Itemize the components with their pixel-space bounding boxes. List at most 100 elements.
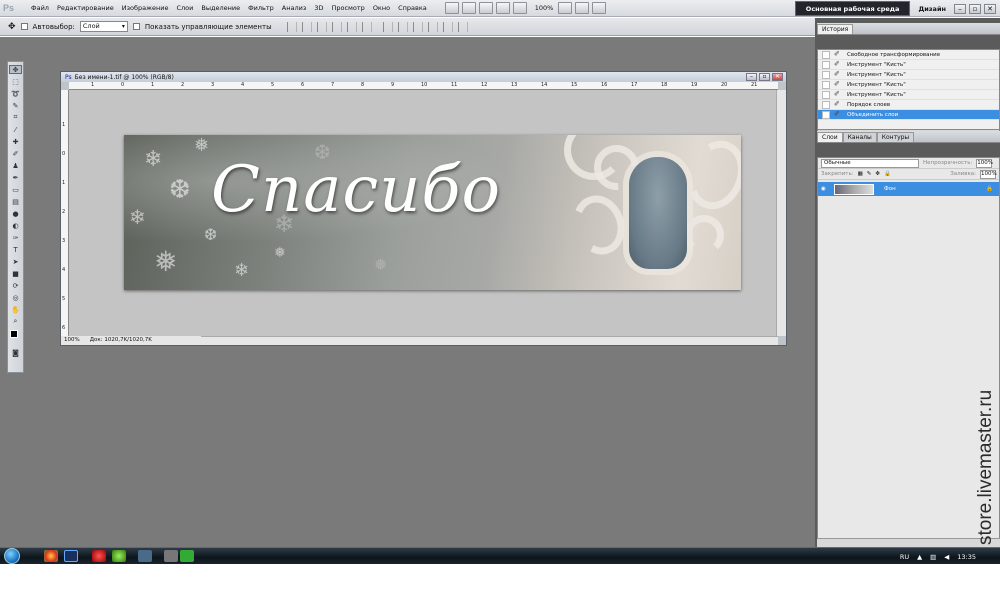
eye-icon[interactable]: ◉ xyxy=(821,186,830,192)
align-vcenter-icon[interactable] xyxy=(301,21,312,32)
gradient-tool-icon[interactable]: ▤ xyxy=(9,197,22,206)
explorer-icon[interactable] xyxy=(138,550,152,562)
lock-all-icon[interactable]: 🔒 xyxy=(884,171,891,177)
workspace-essentials[interactable]: Основная рабочая среда xyxy=(794,1,911,16)
menu-select[interactable]: Выделение xyxy=(197,0,244,17)
history-item[interactable]: ✐ Порядок слоев xyxy=(818,100,999,110)
marquee-tool-icon[interactable]: ⬚ xyxy=(9,77,22,86)
eyedropper-tool-icon[interactable]: ⁄ xyxy=(9,125,22,134)
distribute-left-icon[interactable] xyxy=(427,21,438,32)
distribute-bottom-icon[interactable] xyxy=(412,21,423,32)
history-source-checkbox[interactable] xyxy=(822,50,830,59)
doc-restore-icon[interactable]: ▫ xyxy=(759,73,770,81)
lock-transparency-icon[interactable]: ▦ xyxy=(858,171,863,177)
history-source-checkbox[interactable] xyxy=(822,110,830,119)
quick-select-tool-icon[interactable]: ✎ xyxy=(9,101,22,110)
distribute-vcenter-icon[interactable] xyxy=(397,21,408,32)
eraser-tool-icon[interactable]: ▭ xyxy=(9,185,22,194)
zoom-tool-button[interactable] xyxy=(512,2,527,14)
fill-field[interactable]: 100% xyxy=(980,169,997,179)
doc-close-icon[interactable]: ✕ xyxy=(772,73,783,81)
type-tool-icon[interactable]: T xyxy=(9,245,22,254)
autoselect-checkbox[interactable] xyxy=(20,23,28,30)
dodge-tool-icon[interactable]: ◐ xyxy=(9,221,22,230)
hand-tool-button[interactable] xyxy=(495,2,510,14)
tab-paths[interactable]: Контуры xyxy=(876,132,915,142)
lock-pixels-icon[interactable]: ✎ xyxy=(867,171,872,177)
3d-rotate-tool-icon[interactable]: ⟳ xyxy=(9,281,22,290)
tray-arrow-icon[interactable]: ▲ xyxy=(917,553,922,561)
document-title-bar[interactable]: Ps Без имени-1.tif @ 100% (RGB/8) xyxy=(61,72,786,82)
language-indicator[interactable]: RU xyxy=(900,553,909,561)
chrome-icon[interactable] xyxy=(44,550,58,562)
history-source-checkbox[interactable] xyxy=(822,90,830,99)
tab-channels[interactable]: Каналы xyxy=(842,132,877,142)
layer-row-background[interactable]: ◉ Фон 🔒 xyxy=(818,182,999,196)
menu-layers[interactable]: Слои xyxy=(172,0,197,17)
photoshop-taskbar-icon[interactable] xyxy=(64,550,78,562)
brush-tool-icon[interactable]: ✐ xyxy=(9,149,22,158)
minimize-icon[interactable]: – xyxy=(954,3,966,14)
history-item[interactable]: ✐ Инструмент "Кисть" xyxy=(818,90,999,100)
doc-minimize-icon[interactable]: – xyxy=(746,73,757,81)
pen-tool-icon[interactable]: ✑ xyxy=(9,233,22,242)
history-brush-tool-icon[interactable]: ✒ xyxy=(9,173,22,182)
close-icon[interactable]: ✕ xyxy=(984,3,996,14)
move-tool-icon[interactable]: ✥ xyxy=(9,65,22,74)
lock-position-icon[interactable]: ✥ xyxy=(875,171,880,177)
blur-tool-icon[interactable]: ● xyxy=(9,209,22,218)
status-zoom[interactable]: 100% xyxy=(64,336,80,345)
menu-3d[interactable]: 3D xyxy=(310,0,327,17)
autoselect-target-select[interactable]: Слой ▾ xyxy=(79,21,128,32)
hand-tool-icon[interactable]: ✋ xyxy=(9,305,22,314)
history-source-checkbox[interactable] xyxy=(822,80,830,89)
align-left-icon[interactable] xyxy=(331,21,342,32)
history-item[interactable]: ✐ Инструмент "Кисть" xyxy=(818,60,999,70)
utorrent-icon[interactable] xyxy=(112,550,126,562)
workspace-design[interactable]: Дизайн xyxy=(910,5,954,13)
menu-edit[interactable]: Редактирование xyxy=(53,0,118,17)
menu-file[interactable]: Файл xyxy=(27,0,53,17)
zoom-tool-icon[interactable]: ⌕ xyxy=(9,317,22,326)
path-select-tool-icon[interactable]: ➤ xyxy=(9,257,22,266)
tab-history[interactable]: История xyxy=(817,24,854,34)
show-controls-checkbox[interactable] xyxy=(132,23,140,30)
clone-stamp-tool-icon[interactable]: ♟ xyxy=(9,161,22,170)
distribute-top-icon[interactable] xyxy=(382,21,393,32)
mini-bridge-button[interactable] xyxy=(461,2,476,14)
arrange-documents-button[interactable] xyxy=(575,2,590,14)
app-icon[interactable] xyxy=(180,550,194,562)
vertical-scrollbar[interactable] xyxy=(776,90,786,336)
document-window[interactable]: Ps Без имени-1.tif @ 100% (RGB/8) – ▫ ✕ … xyxy=(60,71,787,346)
menu-help[interactable]: Справка xyxy=(394,0,431,17)
tab-layers[interactable]: Слои xyxy=(817,132,843,142)
quick-mask-icon[interactable]: ◙ xyxy=(9,348,22,357)
app-icon[interactable] xyxy=(164,550,178,562)
view-extras-button[interactable] xyxy=(478,2,493,14)
foreground-color-swatch[interactable] xyxy=(10,330,18,338)
opera-icon[interactable] xyxy=(92,550,106,562)
menu-view[interactable]: Просмотр xyxy=(327,0,368,17)
history-source-checkbox[interactable] xyxy=(822,60,830,69)
volume-icon[interactable]: ◀ xyxy=(944,553,949,561)
align-bottom-icon[interactable] xyxy=(316,21,327,32)
3d-camera-tool-icon[interactable]: ◎ xyxy=(9,293,22,302)
blend-mode-select[interactable]: Обычные xyxy=(821,158,919,168)
align-right-icon[interactable] xyxy=(361,21,372,32)
distribute-right-icon[interactable] xyxy=(457,21,468,32)
history-item[interactable]: ✐ Инструмент "Кисть" xyxy=(818,80,999,90)
menu-analysis[interactable]: Анализ xyxy=(278,0,311,17)
bridge-button[interactable] xyxy=(444,2,459,14)
clock[interactable]: 13:35 xyxy=(957,553,976,561)
start-button[interactable] xyxy=(4,548,20,564)
color-swatches-icon[interactable] xyxy=(9,329,22,345)
history-item[interactable]: ✐ Инструмент "Кисть" xyxy=(818,70,999,80)
menu-window[interactable]: Окно xyxy=(369,0,394,17)
status-doc-size[interactable]: Док: 1020,7K/1020,7K xyxy=(90,336,152,345)
distribute-hcenter-icon[interactable] xyxy=(442,21,453,32)
screen-mode-button[interactable] xyxy=(592,2,607,14)
lasso-tool-icon[interactable]: ➰ xyxy=(9,89,22,98)
history-source-checkbox[interactable] xyxy=(822,100,830,109)
healing-brush-tool-icon[interactable]: ✚ xyxy=(9,137,22,146)
canvas[interactable]: ❄ ❅ ❆ ❄ ❅ ❆ ❄ ❅ ❆ ❄ ❅ Спасибо xyxy=(69,90,778,336)
